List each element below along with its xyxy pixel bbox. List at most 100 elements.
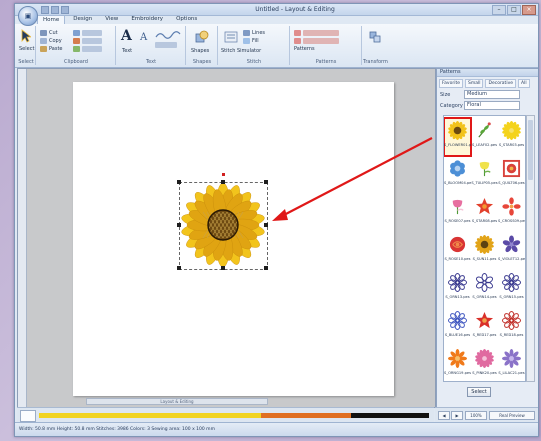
sunflower-design[interactable] <box>177 173 268 270</box>
stitch-simulator-button[interactable]: Stitch Simulator <box>221 48 261 54</box>
panel-tab-small[interactable]: Small <box>464 79 484 88</box>
ungroup-button[interactable] <box>73 38 102 44</box>
rotate-handle[interactable] <box>222 173 225 176</box>
minimize-button[interactable]: – <box>492 5 506 15</box>
pattern-item[interactable]: S_BLOOM04.pes <box>444 156 471 194</box>
undo-icon[interactable] <box>51 6 59 14</box>
ribbon-group-label: Patterns <box>315 59 337 65</box>
outline2-pattern-icon <box>475 273 494 292</box>
resize-handle-bottom-right[interactable] <box>264 266 268 270</box>
scrollbar-thumb[interactable] <box>528 120 533 180</box>
pattern-item[interactable]: S_STAR03.pes <box>498 118 525 156</box>
pattern-item[interactable]: S_SUN11.pes <box>471 232 498 270</box>
color-bar-toggle[interactable] <box>20 410 36 422</box>
paste-button[interactable]: Paste <box>40 46 63 52</box>
pattern-item[interactable]: S_ORN15.pes <box>498 270 525 308</box>
resize-handle-top[interactable] <box>221 180 225 184</box>
group-button[interactable] <box>73 30 102 36</box>
workspace-scrollbar[interactable]: Layout & Editing <box>86 398 268 405</box>
pattern-item[interactable]: S_RED18.pes <box>498 308 525 346</box>
resize-handle-top-right[interactable] <box>264 180 268 184</box>
size-select[interactable]: Medium <box>464 90 520 99</box>
resize-handle-bottom-left[interactable] <box>177 266 181 270</box>
category-select[interactable]: Floral <box>464 101 520 110</box>
shapes-icon[interactable] <box>195 30 209 44</box>
pattern-item[interactable]: S_ORN14.pes <box>471 270 498 308</box>
pattern-item[interactable]: S_CROSS09.pes <box>498 194 525 232</box>
tab-options[interactable]: Options <box>171 15 202 24</box>
wave-text-icon[interactable] <box>155 30 181 40</box>
resize-handle-top-left[interactable] <box>177 180 181 184</box>
panel-tab-decorative[interactable]: Decorative <box>485 79 516 88</box>
stitch-icon[interactable] <box>224 30 238 44</box>
shapes-button[interactable]: Shapes <box>191 48 209 54</box>
text-tool-icon[interactable]: A <box>121 28 132 44</box>
status-bar: Width: 50.8 mm Height: 50.8 mm Stitches:… <box>15 422 538 436</box>
save-icon[interactable] <box>41 6 49 14</box>
text-options[interactable] <box>155 42 177 48</box>
ribbon-group-label: Transform <box>363 59 388 65</box>
select-arrow-icon[interactable] <box>21 29 33 43</box>
maximize-button[interactable]: □ <box>507 5 521 15</box>
redo-icon[interactable] <box>61 6 69 14</box>
transform-icon[interactable] <box>368 30 382 44</box>
category-row: Category Floral <box>440 101 520 110</box>
panel-tab-all[interactable]: All <box>518 79 530 88</box>
pattern-item[interactable]: S_LEAF02.pes <box>471 118 498 156</box>
pattern-caption: S_ORN13.pes <box>445 295 470 299</box>
pattern-item[interactable]: S_PINK20.pes <box>471 346 498 381</box>
lines-button[interactable]: Lines <box>243 30 265 36</box>
panel-tab-favorite[interactable]: Favorite <box>439 79 463 88</box>
ribbon-group-label: Stitch <box>246 59 262 65</box>
text-button[interactable]: Text <box>122 48 132 54</box>
cut-button[interactable]: Cut <box>40 30 58 36</box>
pattern-item[interactable]: S_LILAC21.pes <box>498 346 525 381</box>
select-pattern-button[interactable]: Select <box>467 387 491 397</box>
pattern-option-1[interactable] <box>294 30 339 36</box>
resize-handle-right[interactable] <box>264 223 268 227</box>
pattern-caption: S_TULIP05.pes <box>471 181 498 185</box>
letter-tool-icon[interactable]: A <box>139 30 151 43</box>
tab-design[interactable]: Design <box>68 15 97 24</box>
outline-pattern-icon <box>502 273 521 292</box>
square-pattern-icon <box>502 159 521 178</box>
fill-button[interactable]: Fill <box>243 38 259 44</box>
application-menu-button[interactable]: ▣ <box>18 6 38 26</box>
resize-handle-left[interactable] <box>177 223 181 227</box>
pattern-item[interactable]: S_FLOWER01.pes <box>444 117 472 157</box>
pattern-caption: S_STAR03.pes <box>498 143 525 147</box>
pattern-item[interactable]: S_BLUE16.pes <box>444 308 471 346</box>
tab-embroidery[interactable]: Embroidery <box>126 15 168 24</box>
close-button[interactable]: × <box>522 5 536 15</box>
pattern-item[interactable]: S_ROSE10.pes <box>444 232 471 270</box>
thread-color-segment[interactable] <box>351 413 429 418</box>
select-button[interactable]: Select <box>19 46 34 52</box>
next-button[interactable]: ▶ <box>451 411 463 420</box>
pattern-caption: S_ORN15.pes <box>499 295 524 299</box>
tab-view[interactable]: View <box>100 15 123 24</box>
resize-handle-bottom[interactable] <box>221 266 225 270</box>
patterns-button[interactable]: Patterns <box>294 46 315 52</box>
pattern-item[interactable]: S_STAR08.pes <box>471 194 498 232</box>
pattern-item[interactable]: S_ROSE07.pes <box>444 194 471 232</box>
previous-button[interactable]: ◀ <box>438 411 450 420</box>
duplicate-button[interactable] <box>73 46 102 52</box>
zoom-level[interactable]: 100% <box>465 411 487 420</box>
thread-color-segment[interactable] <box>39 413 261 418</box>
pattern-option-2[interactable] <box>294 38 339 44</box>
burst-pattern-icon <box>502 121 521 140</box>
selection-frame[interactable] <box>179 182 268 270</box>
copy-button[interactable]: Copy <box>40 38 62 44</box>
pattern-item[interactable]: S_ORN13.pes <box>444 270 471 308</box>
thread-color-segment[interactable] <box>261 413 351 418</box>
outline-pattern-icon <box>502 311 521 330</box>
rose-pattern-icon <box>448 235 467 254</box>
pattern-item[interactable]: S_VIOLET12.pes <box>498 232 525 270</box>
real-preview-button[interactable]: Real Preview <box>489 411 535 420</box>
sunflower-pattern-icon <box>448 121 467 140</box>
pattern-item[interactable]: S_ORNG19.pes <box>444 346 471 381</box>
pattern-item[interactable]: S_TULIP05.pes <box>471 156 498 194</box>
pattern-item[interactable]: S_RED17.pes <box>471 308 498 346</box>
pattern-grid-scrollbar[interactable] <box>526 115 535 382</box>
pattern-item[interactable]: S_QUILT06.pes <box>498 156 525 194</box>
